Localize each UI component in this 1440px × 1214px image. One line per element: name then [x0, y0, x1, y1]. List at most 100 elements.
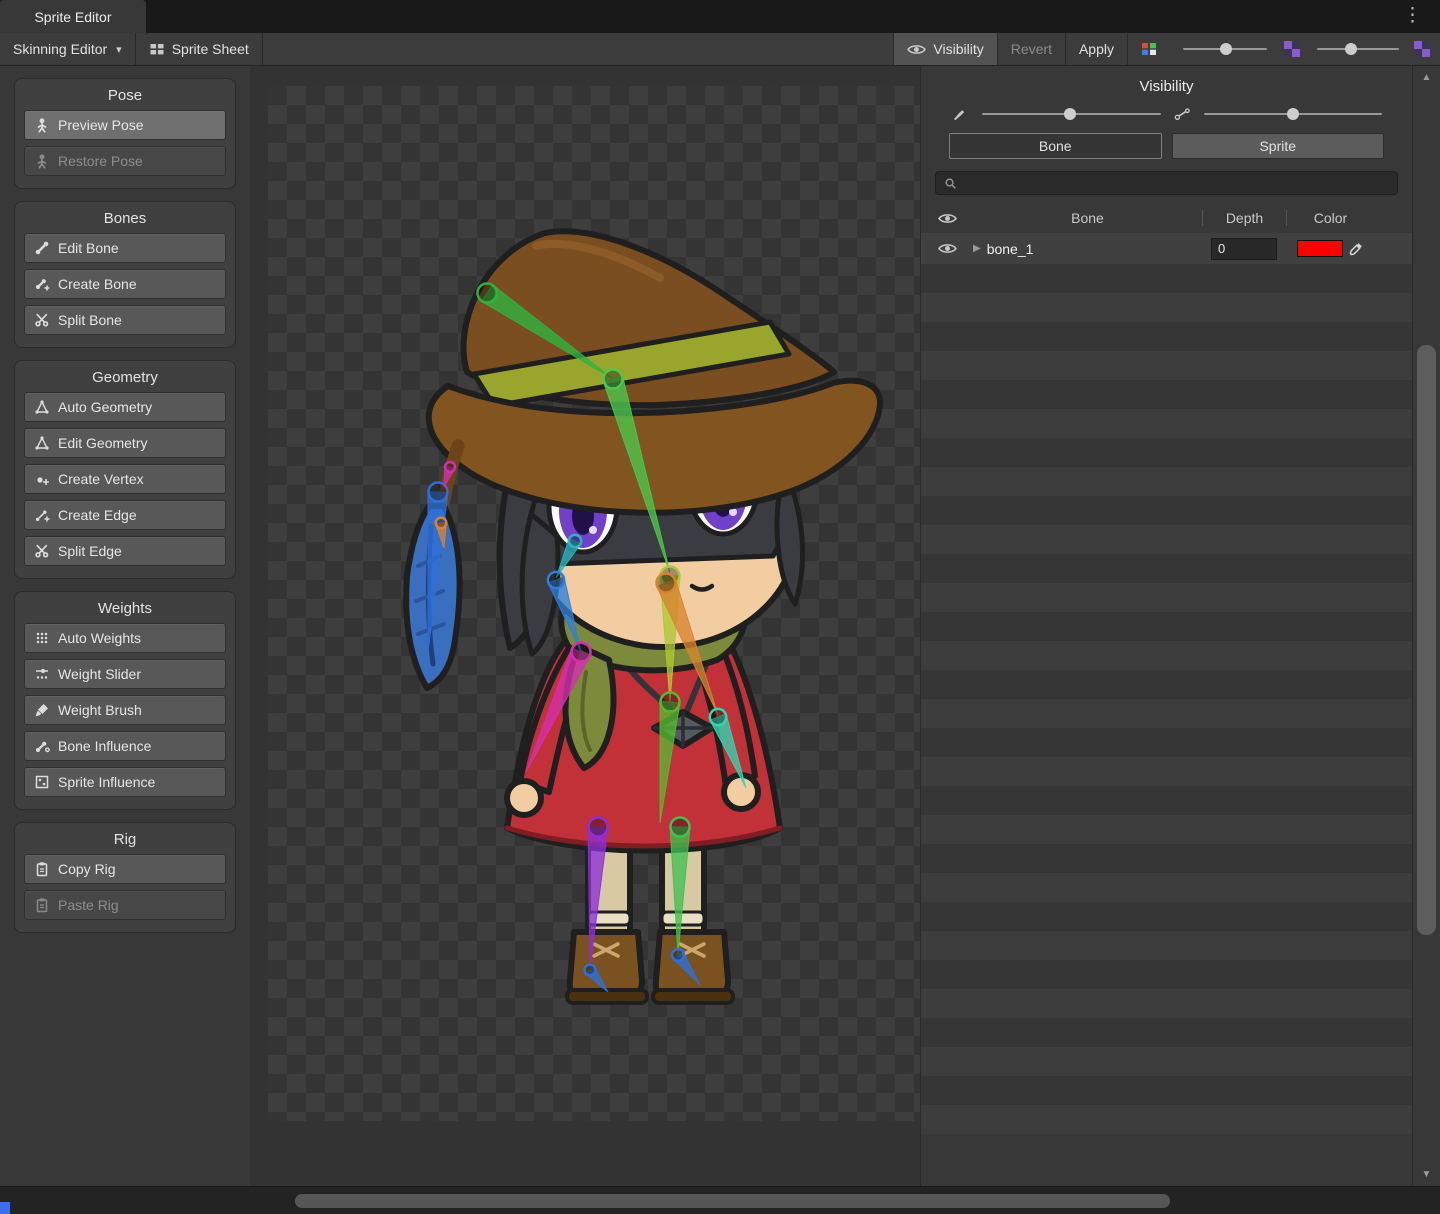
edit-geometry-button[interactable]: Edit Geometry	[24, 428, 226, 458]
bone-joint[interactable]	[661, 693, 680, 712]
empty-row	[921, 409, 1412, 438]
bone-influence-button[interactable]: Bone Influence	[24, 731, 226, 761]
group-title: Pose	[15, 87, 235, 104]
scissors-icon	[34, 543, 50, 559]
visibility-label: Visibility	[933, 41, 983, 57]
paste-rig-button[interactable]: Paste Rig	[24, 890, 226, 920]
table-row-bone-1[interactable]: ▶ bone_1	[921, 233, 1412, 264]
mesh-icon	[34, 435, 50, 451]
slider-knob[interactable]	[1064, 108, 1076, 120]
bone-table-header: Bone Depth Color	[921, 203, 1412, 233]
auto-weights-button[interactable]: Auto Weights	[24, 623, 226, 653]
window-tab-strip: Sprite Editor ⋮	[0, 0, 1440, 33]
overlay-color-button[interactable]	[1128, 33, 1170, 65]
overlay-opacity-slider-1[interactable]	[1170, 33, 1280, 65]
bone-joint[interactable]	[572, 643, 591, 662]
button-label: Paste Rig	[58, 897, 119, 913]
brush-icon	[34, 702, 50, 718]
auto-geometry-button[interactable]: Auto Geometry	[24, 392, 226, 422]
bone-joint[interactable]	[589, 818, 608, 837]
group-pose: Pose Preview Pose Restore Pose	[14, 78, 236, 189]
empty-row	[921, 699, 1412, 728]
empty-row	[921, 554, 1412, 583]
restore-pose-button[interactable]: Restore Pose	[24, 146, 226, 176]
bone-joint[interactable]	[445, 462, 455, 472]
bone-joint[interactable]	[585, 965, 596, 976]
scroll-up-icon[interactable]: ▲	[1413, 72, 1440, 83]
weight-slider-icon	[34, 666, 50, 682]
scroll-down-icon[interactable]: ▼	[1413, 1169, 1440, 1180]
revert-button[interactable]: Revert	[998, 33, 1065, 65]
clipboard-icon	[34, 861, 50, 877]
bone-joint[interactable]	[548, 572, 564, 588]
visibility-panel-title: Visibility	[921, 66, 1412, 105]
mesh-opacity-slider[interactable]	[1204, 107, 1383, 121]
disclosure-triangle-icon[interactable]: ▶	[973, 243, 981, 254]
alpha-swatch	[1280, 33, 1304, 65]
tab-sprite-editor[interactable]: Sprite Editor	[0, 0, 146, 33]
kebab-menu-icon[interactable]: ⋮	[1403, 5, 1422, 27]
visibility-tabs: Bone Sprite	[921, 131, 1412, 167]
create-bone-button[interactable]: Create Bone	[24, 269, 226, 299]
tab-label: Sprite	[1259, 138, 1296, 154]
vertex-icon	[34, 471, 50, 487]
tab-bone[interactable]: Bone	[949, 133, 1162, 159]
bone-icon	[34, 240, 50, 256]
split-bone-button[interactable]: Split Bone	[24, 305, 226, 335]
group-title: Rig	[15, 831, 235, 848]
split-edge-button[interactable]: Split Edge	[24, 536, 226, 566]
bone-joint[interactable]	[604, 370, 623, 389]
pose-icon	[34, 117, 50, 133]
visibility-toggle-button[interactable]: Visibility	[893, 33, 997, 65]
apply-button[interactable]: Apply	[1066, 33, 1127, 65]
bone-joint[interactable]	[436, 518, 446, 528]
search-icon	[944, 177, 957, 190]
bone-joint[interactable]	[569, 535, 581, 547]
slider-knob[interactable]	[1220, 43, 1232, 55]
weight-brush-button[interactable]: Weight Brush	[24, 695, 226, 725]
bone-color-swatch[interactable]	[1297, 240, 1343, 257]
sprite-sheet-button[interactable]: Sprite Sheet	[136, 33, 262, 65]
skinning-editor-dropdown[interactable]: Skinning Editor ▾	[0, 33, 135, 65]
transparency-checkerboard	[268, 86, 920, 1121]
search-box[interactable]	[935, 171, 1398, 195]
slider-knob[interactable]	[1287, 108, 1299, 120]
sprite-canvas[interactable]	[250, 66, 920, 1186]
bone-opacity-icon	[951, 108, 970, 121]
bone-opacity-slider[interactable]	[982, 107, 1161, 121]
preview-pose-button[interactable]: Preview Pose	[24, 110, 226, 140]
edit-bone-button[interactable]: Edit Bone	[24, 233, 226, 263]
sprite-sheet-icon	[149, 41, 165, 57]
bone-joint[interactable]	[672, 949, 684, 961]
sprite-influence-button[interactable]: Sprite Influence	[24, 767, 226, 797]
horizontal-scrollbar-thumb[interactable]	[295, 1194, 1170, 1208]
bone-influence-icon	[34, 738, 50, 754]
button-label: Preview Pose	[58, 117, 144, 133]
depth-input[interactable]	[1211, 238, 1277, 260]
copy-rig-button[interactable]: Copy Rig	[24, 854, 226, 884]
create-edge-button[interactable]: Create Edge	[24, 500, 226, 530]
bone-joint[interactable]	[657, 574, 676, 593]
empty-row	[921, 728, 1412, 757]
tab-sprite[interactable]: Sprite	[1172, 133, 1385, 159]
search-input[interactable]	[963, 176, 1389, 191]
eyedropper-icon[interactable]	[1348, 241, 1364, 257]
empty-row	[921, 351, 1412, 380]
horizontal-scrollbar[interactable]	[0, 1186, 1440, 1214]
weight-slider-button[interactable]: Weight Slider	[24, 659, 226, 689]
button-label: Edit Bone	[58, 240, 119, 256]
slider-knob[interactable]	[1345, 43, 1357, 55]
row-visibility-eye-icon[interactable]	[938, 242, 957, 255]
vertical-scrollbar-thumb[interactable]	[1417, 345, 1436, 935]
bone-joint[interactable]	[478, 284, 497, 303]
slider-track[interactable]	[1317, 48, 1399, 50]
group-title: Bones	[15, 210, 235, 227]
overlay-opacity-slider-2[interactable]	[1304, 33, 1412, 65]
bone-joint[interactable]	[671, 818, 690, 837]
edge-icon	[34, 507, 50, 523]
eye-column-icon[interactable]	[938, 212, 957, 225]
vertical-scrollbar[interactable]: ▲ ▼	[1412, 66, 1440, 1186]
empty-row	[921, 1076, 1412, 1105]
bone-joint[interactable]	[710, 709, 726, 725]
create-vertex-button[interactable]: Create Vertex	[24, 464, 226, 494]
